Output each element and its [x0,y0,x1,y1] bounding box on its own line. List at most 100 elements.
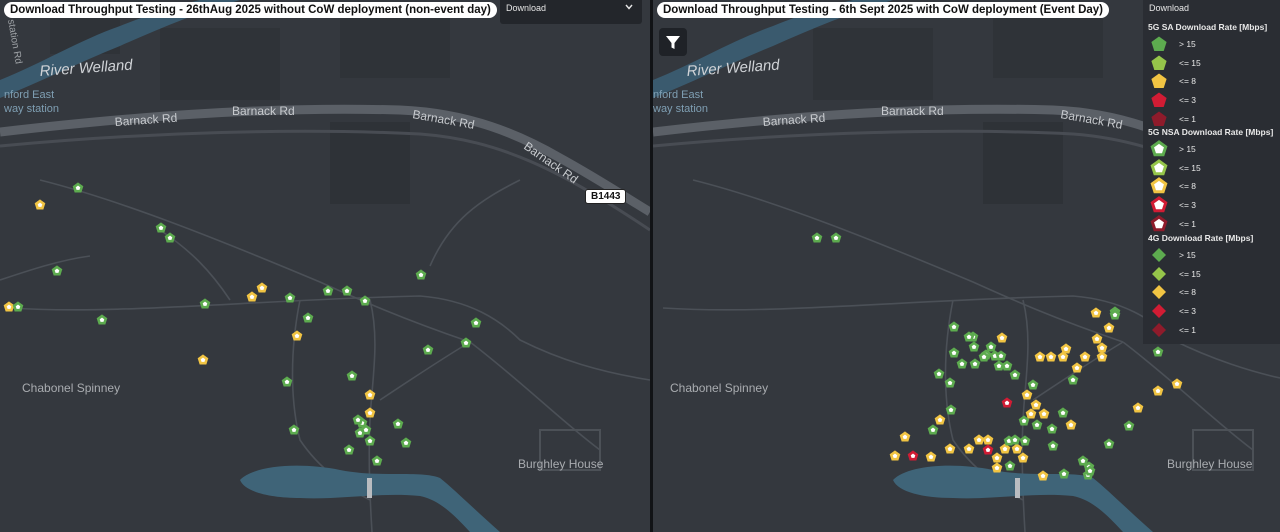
building-block [993,18,1103,78]
footpath [469,341,601,451]
measurement-marker [991,462,1003,473]
measurement-marker [985,341,997,352]
place-label: Burghley House [518,457,604,471]
measurement-markers-left [3,182,482,466]
measurement-marker [460,337,472,348]
measurement-marker [1011,443,1023,454]
base-map[interactable]: River Welland Barnack Rd Barnack Rd Barn… [0,0,650,532]
measurement-marker [999,443,1011,454]
measurement-marker [1009,369,1021,380]
legend-item: <= 3 [1143,196,1280,214]
building-block [813,28,933,100]
measurement-marker [1018,415,1030,426]
place-label: Chabonel Spinney [22,381,120,395]
bridge [1015,478,1020,498]
legend-section-title: 5G NSA Download Rate [Mbps] [1148,127,1274,137]
measurement-marker [968,341,980,352]
measurement-marker [1034,351,1046,362]
legend-item: > 15 [1143,246,1280,264]
legend-item: > 15 [1143,35,1280,53]
measurement-marker [422,344,434,355]
legend-item-label: <= 3 [1179,95,1197,106]
legend-item-label: <= 1 [1179,113,1197,124]
measurement-marker [1096,351,1108,362]
legend-item: > 15 [1143,140,1280,158]
measurement-marker [1045,351,1057,362]
measurement-marker [1152,346,1164,357]
station-label: nford East [653,89,703,101]
measurement-marker [899,431,911,442]
legend-item: <= 3 [1143,302,1280,320]
measurement-marker [352,414,364,425]
measurement-marker [96,314,108,325]
legend-item-label: <= 15 [1179,268,1201,279]
measurement-marker [1017,452,1029,463]
measurement-marker [1019,435,1031,446]
measurement-marker [948,347,960,358]
measurement-marker [1009,434,1021,445]
measurement-marker [1025,408,1037,419]
legend-item: <= 8 [1143,283,1280,301]
measurement-marker [889,450,901,461]
measurement-marker [400,437,412,448]
measurement-marker [371,455,383,466]
measurement-marker [1096,342,1108,353]
measurement-markers-right [811,232,1183,481]
legend-item: <= 1 [1143,321,1280,339]
footpath [9,295,650,381]
measurement-marker [969,358,981,369]
map-panel-non-event[interactable]: River Welland Barnack Rd Barnack Rd Barn… [0,0,650,532]
measurement-marker [281,376,293,387]
legend-item-label: <= 15 [1179,162,1201,173]
layer-dropdown[interactable]: Download [500,0,642,24]
measurement-marker [1058,468,1070,479]
chevron-down-icon [625,4,633,10]
filter-button[interactable] [659,28,687,56]
measurement-marker [12,301,24,312]
measurement-marker [1067,374,1079,385]
measurement-marker [1021,389,1033,400]
footpath [0,255,91,281]
measurement-marker [1030,399,1042,410]
legend-item-label: <= 15 [1179,57,1201,68]
measurement-marker [1038,408,1050,419]
pentagon-icon [1151,36,1167,51]
measurement-marker [197,354,209,365]
building-block [160,28,280,100]
legend-item: <= 1 [1143,110,1280,128]
bridge [367,478,372,498]
pentagon-icon [1151,73,1167,89]
measurement-marker [963,443,975,454]
railway-line [0,129,650,232]
measurement-marker [944,443,956,454]
legend-item-label: <= 3 [1179,200,1197,211]
measurement-marker [343,444,355,455]
measurement-marker [1077,455,1089,466]
diamond-icon [1152,322,1166,337]
measurement-marker [1001,397,1013,408]
measurement-marker [993,360,1005,371]
measurement-marker [246,291,258,302]
measurement-marker [1057,407,1069,418]
measurement-marker [291,330,303,341]
measurement-marker [925,451,937,462]
dropdown-value: Download [506,3,547,13]
road-label: Barnack Rd [762,111,826,129]
measurement-marker [155,222,167,233]
measurement-marker [1084,465,1096,476]
measurement-marker [364,389,376,400]
measurement-marker [934,414,946,425]
legend-item: <= 8 [1143,72,1280,90]
measurement-marker [1091,333,1103,344]
panel-title: Download Throughput Testing - 26thAug 20… [4,2,497,18]
diamond-icon [1152,304,1166,319]
pentagon-icon [1150,158,1168,175]
road-shield-b1443: B1443 [585,189,627,204]
measurement-marker [811,232,823,243]
measurement-marker [1047,440,1059,451]
station-label: way station [653,103,708,115]
measurement-marker [470,317,482,328]
measurement-marker [34,199,46,210]
station-label: nford East [4,89,54,101]
measurement-marker [982,434,994,445]
